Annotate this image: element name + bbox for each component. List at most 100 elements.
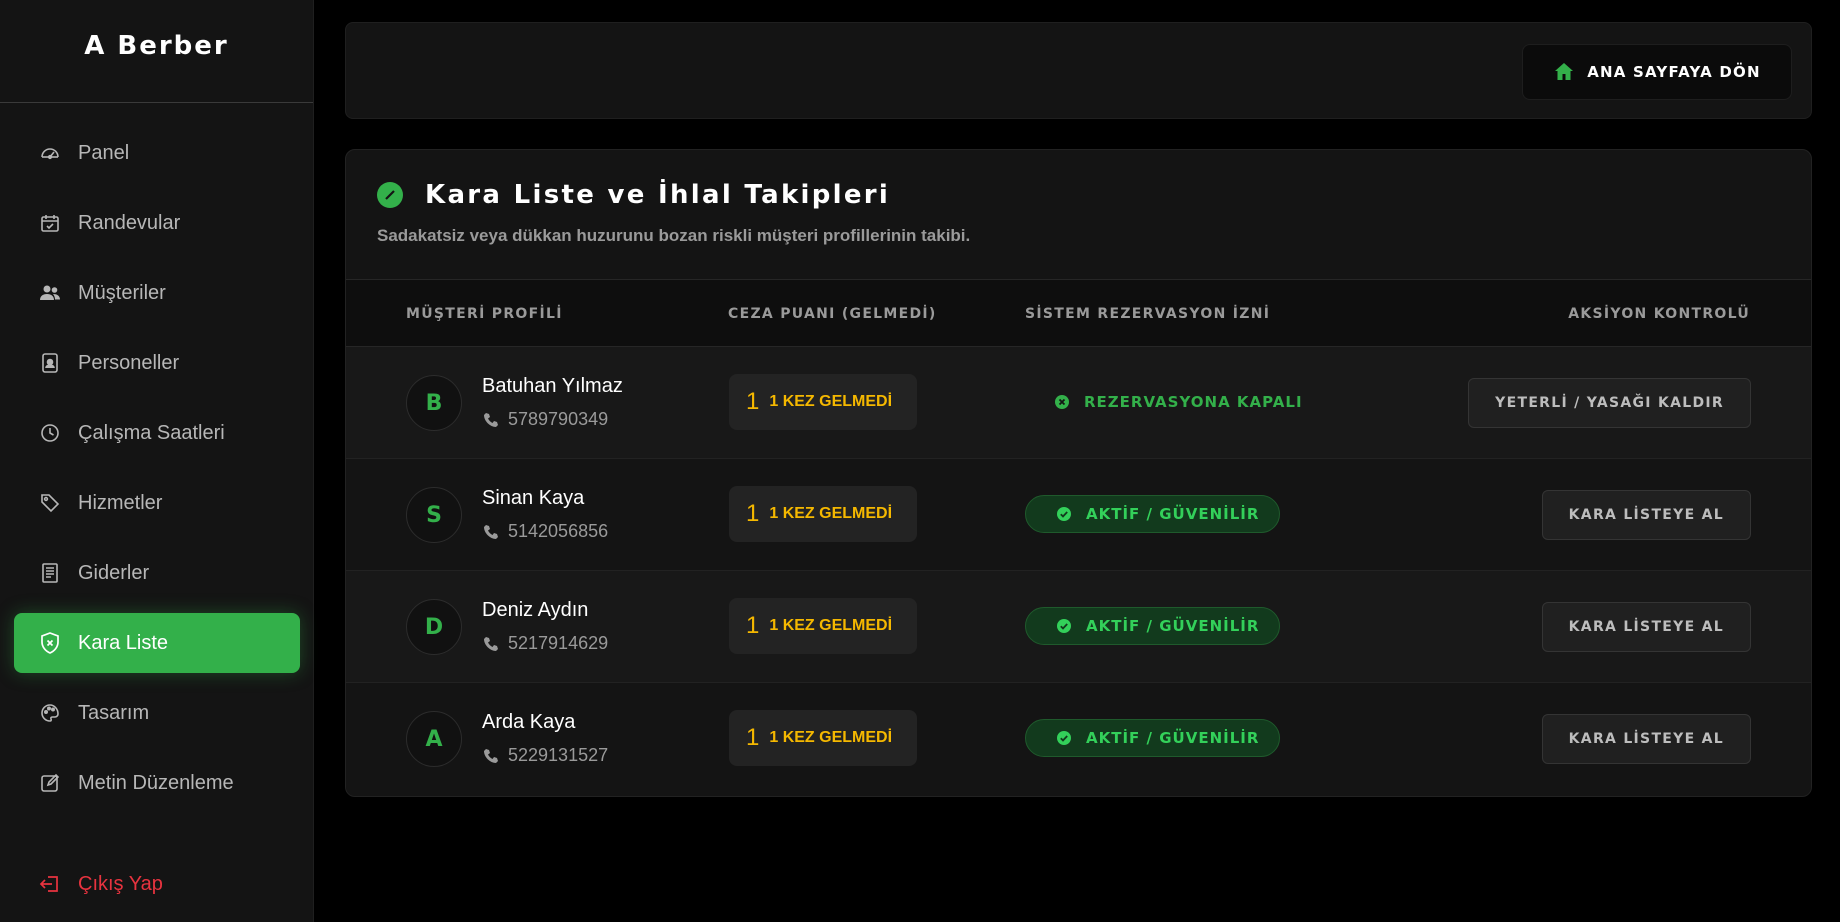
- column-header-profile: MÜŞTERİ PROFİLİ: [406, 306, 563, 322]
- customer-name: Deniz Aydın: [482, 599, 589, 621]
- shield-icon: [38, 631, 62, 655]
- sidebar-item-label: Personeller: [78, 351, 180, 374]
- phone-number: 5142056856: [508, 521, 609, 541]
- table-row: D Deniz Aydın 5217914629 1 1 KEZ GELMEDİ…: [346, 571, 1811, 683]
- status-badge: AKTİF / GÜVENİLİR: [1025, 719, 1280, 757]
- customer-phone: 5789790349: [482, 409, 608, 430]
- table-row: S Sinan Kaya 5142056856 1 1 KEZ GELMEDİ …: [346, 459, 1811, 571]
- avatar: B: [406, 375, 462, 431]
- x-circle-icon: [1054, 394, 1070, 410]
- sidebar-item-label: Çalışma Saatleri: [78, 421, 225, 444]
- calendar-icon: [38, 211, 62, 235]
- sidebar-item-kara-liste[interactable]: Kara Liste: [14, 613, 300, 673]
- penalty-count: 1: [746, 388, 760, 415]
- card-header: Kara Liste ve İhlal Takipleri Sadakatsiz…: [346, 150, 1811, 280]
- phone-icon: [482, 523, 500, 541]
- sidebar-item-label: Panel: [78, 141, 130, 164]
- logout-icon: [38, 872, 62, 896]
- sidebar-item-randevular[interactable]: Randevular: [14, 193, 300, 253]
- sidebar-item-personeller[interactable]: Personeller: [14, 333, 300, 393]
- penalty-badge: 1 1 KEZ GELMEDİ: [729, 710, 917, 766]
- sidebar-item-label: Giderler: [78, 561, 150, 584]
- penalty-badge: 1 1 KEZ GELMEDİ: [729, 374, 917, 430]
- sidebar-item-giderler[interactable]: Giderler: [14, 543, 300, 603]
- edit-icon: [38, 771, 62, 795]
- table-header: MÜŞTERİ PROFİLİ CEZA PUANI (GELMEDİ) SİS…: [346, 280, 1811, 347]
- status-badge: REZERVASYONA KAPALI: [1054, 383, 1303, 421]
- penalty-label: 1 KEZ GELMEDİ: [769, 617, 893, 634]
- sidebar-item-calisma-saatleri[interactable]: Çalışma Saatleri: [14, 403, 300, 463]
- blacklist-button[interactable]: KARA LİSTEYE AL: [1541, 602, 1751, 652]
- avatar: A: [406, 711, 462, 767]
- sidebar-item-label: Tasarım: [78, 701, 150, 724]
- penalty-label: 1 KEZ GELMEDİ: [769, 729, 893, 746]
- column-header-permission: SİSTEM REZERVASYON İZNİ: [1025, 306, 1271, 322]
- status-label: AKTİF / GÜVENİLİR: [1086, 729, 1260, 747]
- blacklist-button[interactable]: KARA LİSTEYE AL: [1541, 490, 1751, 540]
- status-label: AKTİF / GÜVENİLİR: [1086, 617, 1260, 635]
- customer-phone: 5217914629: [482, 633, 608, 654]
- penalty-count: 1: [746, 724, 760, 751]
- receipt-icon: [38, 561, 62, 585]
- penalty-badge: 1 1 KEZ GELMEDİ: [729, 598, 917, 654]
- sidebar-item-label: Müşteriler: [78, 281, 166, 304]
- phone-icon: [482, 747, 500, 765]
- status-label: AKTİF / GÜVENİLİR: [1086, 505, 1260, 523]
- penalty-label: 1 KEZ GELMEDİ: [769, 505, 893, 522]
- phone-number: 5229131527: [508, 745, 609, 765]
- avatar: S: [406, 487, 462, 543]
- table-row: A Arda Kaya 5229131527 1 1 KEZ GELMEDİ A…: [346, 683, 1811, 795]
- palette-icon: [38, 701, 62, 725]
- customer-phone: 5142056856: [482, 521, 608, 542]
- sidebar-nav: Panel Randevular Müşteriler Personeller …: [14, 123, 300, 823]
- logout-label: Çıkış Yap: [78, 872, 163, 895]
- blacklist-card: Kara Liste ve İhlal Takipleri Sadakatsiz…: [345, 149, 1812, 797]
- home-button[interactable]: ANA SAYFAYA DÖN: [1522, 44, 1792, 100]
- sidebar-item-label: Randevular: [78, 211, 181, 234]
- check-circle-icon: [1056, 730, 1072, 746]
- sidebar-item-tasarim[interactable]: Tasarım: [14, 683, 300, 743]
- sidebar-item-label: Hizmetler: [78, 491, 163, 514]
- tag-icon: [38, 491, 62, 515]
- phone-icon: [482, 635, 500, 653]
- sidebar-item-panel[interactable]: Panel: [14, 123, 300, 183]
- sidebar-item-metin-duzenleme[interactable]: Metin Düzenleme: [14, 753, 300, 813]
- sidebar: A Berber Panel Randevular Müşteriler Per…: [0, 0, 314, 922]
- home-icon: [1553, 61, 1575, 83]
- avatar: D: [406, 599, 462, 655]
- sidebar-item-musteriler[interactable]: Müşteriler: [14, 263, 300, 323]
- unban-button[interactable]: YETERLİ / YASAĞI KALDIR: [1468, 378, 1751, 428]
- status-label: REZERVASYONA KAPALI: [1084, 393, 1303, 411]
- check-circle-icon: [1056, 506, 1072, 522]
- gauge-icon: [38, 141, 62, 165]
- customer-name: Sinan Kaya: [482, 487, 585, 509]
- status-badge: AKTİF / GÜVENİLİR: [1025, 607, 1280, 645]
- phone-number: 5217914629: [508, 633, 609, 653]
- page-title: Kara Liste ve İhlal Takipleri: [425, 180, 891, 210]
- column-header-penalty: CEZA PUANI (GELMEDİ): [728, 306, 937, 322]
- home-button-label: ANA SAYFAYA DÖN: [1587, 63, 1761, 81]
- sidebar-item-label: Metin Düzenleme: [78, 771, 234, 794]
- card-title-row: Kara Liste ve İhlal Takipleri: [377, 180, 1780, 210]
- penalty-badge: 1 1 KEZ GELMEDİ: [729, 486, 917, 542]
- users-icon: [38, 281, 62, 305]
- sidebar-item-hizmetler[interactable]: Hizmetler: [14, 473, 300, 533]
- slash-icon: [377, 182, 403, 208]
- status-badge: AKTİF / GÜVENİLİR: [1025, 495, 1280, 533]
- id-badge-icon: [38, 351, 62, 375]
- customer-phone: 5229131527: [482, 745, 608, 766]
- clock-icon: [38, 421, 62, 445]
- penalty-count: 1: [746, 612, 760, 639]
- customer-name: Batuhan Yılmaz: [482, 375, 623, 397]
- page-subtitle: Sadakatsiz veya dükkan huzurunu bozan ri…: [377, 226, 971, 245]
- blacklist-button[interactable]: KARA LİSTEYE AL: [1541, 714, 1751, 764]
- penalty-count: 1: [746, 500, 760, 527]
- logout-button[interactable]: Çıkış Yap: [38, 872, 163, 896]
- phone-icon: [482, 411, 500, 429]
- check-circle-icon: [1056, 618, 1072, 634]
- phone-number: 5789790349: [508, 409, 609, 429]
- brand-logo[interactable]: A Berber: [0, 0, 313, 103]
- penalty-label: 1 KEZ GELMEDİ: [769, 393, 893, 410]
- customer-name: Arda Kaya: [482, 711, 576, 733]
- top-bar: ANA SAYFAYA DÖN: [345, 22, 1812, 119]
